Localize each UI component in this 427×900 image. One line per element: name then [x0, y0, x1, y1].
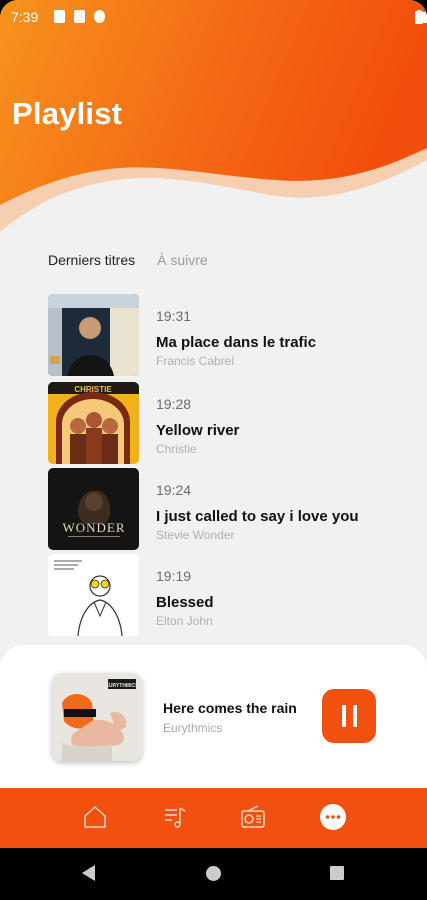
cover-text-wonder: WONDER — [62, 520, 125, 535]
track-row[interactable]: 19:19 Blessed Elton John — [0, 554, 427, 636]
track-artist: Francis Cabrel — [156, 354, 235, 368]
notification-icon — [54, 10, 65, 23]
more-icon — [320, 804, 346, 830]
pause-icon — [352, 705, 357, 727]
nav-radio[interactable] — [238, 802, 268, 832]
tab-recent-tracks[interactable]: Derniers titres — [48, 252, 135, 268]
album-cover: CHRISTIE — [48, 382, 139, 464]
track-row[interactable]: CHRISTIE 19:28 Yellow river Christie — [0, 382, 427, 464]
track-artist: Elton John — [156, 614, 213, 628]
pause-button[interactable] — [322, 689, 376, 743]
track-row[interactable]: WONDER 19:24 I just called to say i love… — [0, 468, 427, 550]
track-time: 19:19 — [156, 568, 192, 584]
nav-playlist[interactable] — [160, 802, 190, 832]
sd-card-icon — [74, 10, 85, 23]
track-time: 19:24 — [156, 482, 192, 498]
now-playing-bar[interactable]: EURYTHMICS Here comes the rain Eurythmic… — [0, 645, 427, 795]
track-title: Ma place dans le trafic — [156, 334, 317, 351]
track-artist: Stevie Wonder — [156, 528, 235, 542]
battery-icon — [415, 10, 423, 24]
now-playing-title: Here comes the rain — [163, 700, 297, 716]
radio-icon — [241, 805, 265, 828]
home-button-icon[interactable] — [206, 866, 221, 881]
album-cover — [48, 554, 139, 636]
status-bar: 7:39 — [0, 0, 427, 34]
nav-home[interactable] — [80, 802, 110, 832]
track-row[interactable]: 19:31 Ma place dans le trafic Francis Ca… — [0, 294, 427, 376]
track-time: 19:28 — [156, 396, 192, 412]
playlist-icon — [165, 807, 186, 828]
track-title: Blessed — [156, 594, 214, 611]
cover-text-eurythmics: EURYTHMICS — [106, 683, 140, 689]
page-title: Playlist — [12, 96, 123, 131]
bottom-navigation — [0, 788, 427, 848]
now-playing-cover: EURYTHMICS — [52, 673, 142, 761]
back-icon[interactable] — [82, 865, 95, 881]
app-screen: 7:39 Playlist Derniers titres À suivre 1… — [0, 0, 427, 900]
vpn-icon — [94, 10, 105, 23]
home-icon — [84, 806, 106, 828]
track-artist: Christie — [156, 442, 197, 456]
recent-apps-icon[interactable] — [330, 866, 344, 880]
status-time: 7:39 — [11, 9, 39, 25]
now-playing-artist: Eurythmics — [163, 721, 223, 735]
track-time: 19:31 — [156, 308, 192, 324]
track-title: Yellow river — [156, 422, 240, 439]
album-cover — [48, 294, 139, 376]
system-navigation-bar — [0, 848, 427, 900]
pause-icon — [341, 705, 346, 727]
nav-more[interactable] — [318, 802, 348, 832]
notification-icons — [54, 10, 105, 23]
playlist-tabs: Derniers titres À suivre — [48, 252, 208, 268]
track-title: I just called to say i love you — [156, 508, 359, 525]
album-cover: WONDER — [48, 468, 139, 550]
tab-up-next[interactable]: À suivre — [157, 252, 208, 268]
header: 7:39 Playlist — [0, 0, 427, 235]
